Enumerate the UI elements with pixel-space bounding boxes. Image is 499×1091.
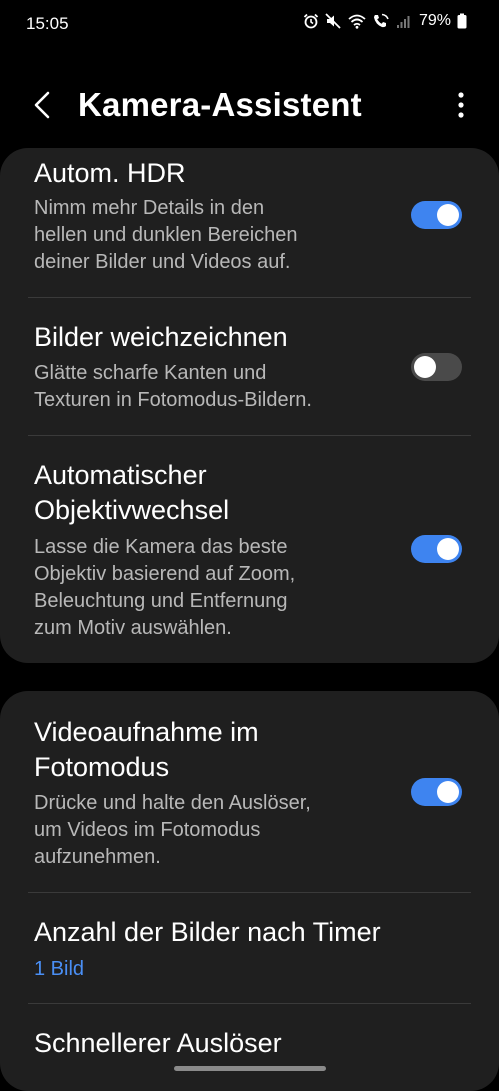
setting-title: Videoaufnahme im Fotomodus (34, 717, 259, 782)
auto-lens-toggle[interactable] (411, 535, 462, 563)
gesture-nav-bar[interactable] (174, 1066, 326, 1071)
setting-video-in-photo-mode[interactable]: Videoaufnahme im Fotomodus Drücke und ha… (0, 691, 499, 893)
setting-faster-shutter[interactable]: Schnellerer Auslöser (0, 1004, 499, 1091)
chevron-left-icon[interactable] (28, 90, 56, 120)
wifi-calling-icon (373, 13, 389, 28)
page-title: Kamera-Assistent (78, 86, 362, 123)
setting-soften-images[interactable]: Bilder weichzeichnen Glätte scharfe Kant… (0, 298, 499, 436)
settings-card-2: Videoaufnahme im Fotomodus Drücke und ha… (0, 691, 499, 1091)
settings-card-1: Autom. HDR Nimm mehr Details in den hell… (0, 148, 499, 663)
alarm-icon (303, 13, 319, 29)
video-photo-mode-toggle[interactable] (411, 778, 462, 806)
setting-auto-hdr[interactable]: Autom. HDR Nimm mehr Details in den hell… (0, 148, 499, 298)
toggle-knob (437, 538, 459, 560)
mute-icon (325, 13, 341, 29)
more-vertical-icon[interactable] (453, 90, 469, 120)
setting-title: Schnellerer Auslöser (34, 1028, 282, 1058)
setting-timer-shots[interactable]: Anzahl der Bilder nach Timer 1 Bild (0, 893, 499, 1004)
setting-value: 1 Bild (34, 958, 85, 980)
setting-subtitle: Glätte scharfe Kanten und Texturen in Fo… (34, 362, 312, 411)
wifi-icon (348, 14, 366, 29)
status-time: 15:05 (26, 14, 69, 33)
setting-title: Autom. HDR (34, 158, 186, 188)
setting-subtitle: Nimm mehr Details in den hellen und dunk… (34, 197, 298, 273)
toggle-knob (414, 356, 436, 378)
setting-subtitle: Lasse die Kamera das beste Objektiv basi… (34, 536, 296, 639)
battery-icon (457, 13, 467, 29)
soften-images-toggle[interactable] (411, 353, 462, 381)
toggle-knob (437, 781, 459, 803)
setting-title: Automatischer Objektivwechsel (34, 460, 230, 525)
hdr-toggle[interactable] (411, 201, 462, 229)
status-icons: 79% (303, 12, 467, 30)
setting-subtitle: Drücke und halte den Auslöser, um Videos… (34, 792, 311, 868)
setting-title: Bilder weichzeichnen (34, 322, 288, 352)
setting-title: Anzahl der Bilder nach Timer (34, 917, 381, 947)
battery-percent: 79% (418, 12, 451, 29)
status-bar: 15:05 79% (0, 0, 499, 48)
setting-auto-lens-switch[interactable]: Automatischer Objektivwechsel Lasse die … (0, 436, 499, 663)
app-bar: Kamera-Assistent (0, 72, 499, 138)
signal-icon (396, 15, 410, 28)
toggle-knob (437, 204, 459, 226)
